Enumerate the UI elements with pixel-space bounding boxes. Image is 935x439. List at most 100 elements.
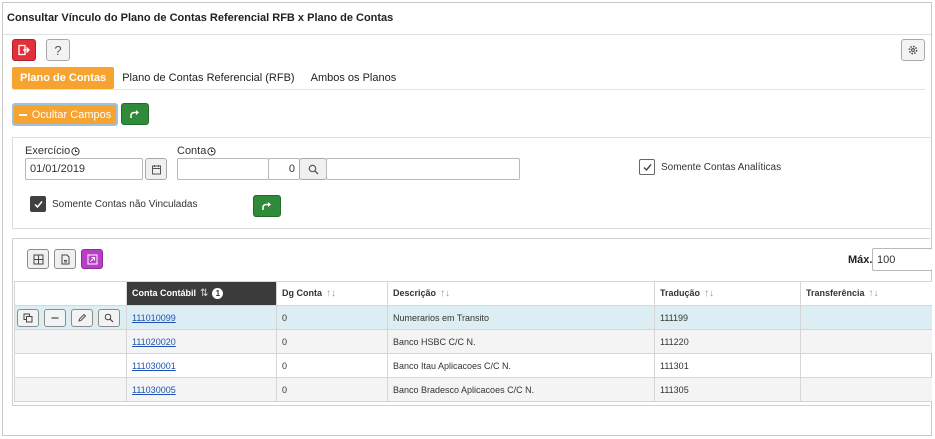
minus-icon: [51, 316, 59, 319]
row-actions: [14, 353, 127, 378]
filter-execute-button[interactable]: [253, 195, 281, 217]
column-header-actions: [14, 281, 127, 306]
cell-transferencia: [800, 329, 932, 354]
table-row[interactable]: 111030001 0 Banco Itau Aplicacoes C/C N.…: [14, 353, 932, 378]
results-table-wrapper: Conta Contábil ⇅ 1 Dg Conta ↑↓ Descrição ↑↓ …: [14, 281, 932, 402]
cell-traducao: 111301: [654, 353, 801, 378]
somente-nao-vinculadas-label: Somente Contas não Vinculadas: [52, 199, 198, 210]
settings-button[interactable]: [901, 39, 925, 61]
tab-divider: [12, 89, 925, 90]
cell-dg-conta: 0: [276, 305, 388, 330]
execute-button[interactable]: [121, 103, 149, 125]
conta-label: Conta: [177, 145, 216, 157]
column-header-label: Descrição: [393, 288, 437, 298]
table-row[interactable]: 111010099 0 Numerarios em Transito 11119…: [14, 305, 932, 330]
tab-ambos-os-planos[interactable]: Ambos os Planos: [303, 67, 405, 89]
column-header-conta-contabil[interactable]: Conta Contábil ⇅ 1: [126, 281, 277, 306]
plan-tabs: Plano de Contas Plano de Contas Referenc…: [12, 67, 404, 89]
row-action-group: [16, 308, 126, 327]
grid-icon: [33, 254, 43, 264]
sort-icon: ↑↓: [326, 288, 336, 299]
column-header-descricao[interactable]: Descrição ↑↓: [387, 281, 655, 306]
grid-layout-button[interactable]: [27, 249, 49, 269]
exercicio-label-text: Exercício: [25, 145, 71, 157]
cell-descricao: Banco HSBC C/C N.: [387, 329, 655, 354]
somente-nao-vinculadas-checkbox[interactable]: [30, 196, 46, 212]
cell-dg-conta: 0: [276, 377, 388, 402]
sort-icon: ↑↓: [440, 288, 451, 299]
conta-link[interactable]: 111030005: [132, 385, 176, 395]
table-header-row: Conta Contábil ⇅ 1 Dg Conta ↑↓ Descrição ↑↓ …: [14, 281, 932, 306]
cell-conta-contabil: 111030005: [126, 377, 277, 402]
sort-icon: ↑↓: [868, 288, 879, 299]
sort-icon: ↑↓: [704, 288, 715, 299]
share-forward-icon: [262, 202, 271, 210]
cell-traducao: 111199: [654, 305, 801, 330]
title-bar: Consultar Vínculo do Plano de Contas Ref…: [3, 3, 931, 35]
table-row[interactable]: 111030005 0 Banco Bradesco Aplicacoes C/…: [14, 377, 932, 402]
max-input[interactable]: 100: [872, 248, 932, 271]
hide-fields-label: Ocultar Campos: [31, 108, 112, 121]
cell-conta-contabil: 111020020: [126, 329, 277, 354]
exercicio-label: Exercício: [25, 145, 80, 157]
table-row[interactable]: 111020020 0 Banco HSBC C/C N. 111220: [14, 329, 932, 354]
conta-link[interactable]: 111020020: [132, 337, 176, 347]
tab-plano-referencial-rfb[interactable]: Plano de Contas Referencial (RFB): [114, 67, 302, 89]
tab-plano-de-contas[interactable]: Plano de Contas: [12, 67, 115, 89]
conta-link[interactable]: 111030001: [132, 361, 176, 371]
export-button[interactable]: [81, 249, 103, 269]
column-header-label: Tradução: [660, 288, 701, 298]
conta-descricao-input[interactable]: [326, 158, 520, 180]
conta-link[interactable]: 111010099: [132, 313, 176, 323]
hide-fields-button[interactable]: Ocultar Campos: [12, 103, 118, 126]
sort-asc-icon: ⇅: [200, 287, 209, 299]
view-row-button[interactable]: [98, 308, 120, 327]
conta-input[interactable]: [177, 158, 269, 180]
max-label: Máx.: [848, 254, 873, 266]
calendar-button[interactable]: [145, 158, 167, 180]
export-icon: [87, 254, 97, 264]
filter-panel: [12, 137, 930, 229]
cell-descricao: Banco Bradesco Aplicacoes C/C N.: [387, 377, 655, 402]
cell-descricao: Banco Itau Aplicacoes C/C N.: [387, 353, 655, 378]
clock-icon: [207, 146, 216, 156]
help-icon: ?: [54, 42, 62, 58]
column-header-traducao[interactable]: Tradução ↑↓: [654, 281, 801, 306]
dg-conta-input[interactable]: 0: [268, 158, 300, 180]
minus-icon: [18, 113, 27, 116]
check-icon: [643, 163, 652, 171]
document-icon: [61, 254, 69, 264]
document-button[interactable]: [54, 249, 76, 269]
cell-descricao: Numerarios em Transito: [387, 305, 655, 330]
conta-search-button[interactable]: [299, 158, 327, 180]
help-button[interactable]: ?: [46, 39, 70, 61]
copy-row-button[interactable]: [17, 308, 39, 327]
somente-analiticas-checkbox[interactable]: [639, 159, 655, 175]
cell-transferencia: [800, 353, 932, 378]
pencil-icon: [78, 313, 87, 322]
conta-label-text: Conta: [177, 145, 207, 157]
cell-transferencia: [800, 377, 932, 402]
column-header-label: Transferência: [806, 288, 865, 298]
search-icon: [308, 164, 318, 174]
sort-order-badge: 1: [212, 288, 224, 300]
clock-icon: [71, 146, 80, 156]
column-header-dg-conta[interactable]: Dg Conta ↑↓: [276, 281, 388, 306]
cell-conta-contabil: 111030001: [126, 353, 277, 378]
row-actions: [14, 305, 127, 330]
cell-conta-contabil: 111010099: [126, 305, 277, 330]
exercicio-input[interactable]: 01/01/2019: [25, 158, 143, 180]
remove-row-button[interactable]: [44, 308, 66, 327]
cell-traducao: 111305: [654, 377, 801, 402]
window-title: Consultar Vínculo do Plano de Contas Ref…: [7, 12, 394, 24]
column-header-transferencia[interactable]: Transferência ↑↓: [800, 281, 932, 306]
copy-icon: [23, 313, 33, 322]
row-actions: [14, 329, 127, 354]
cell-transferencia: [800, 305, 932, 330]
edit-row-button[interactable]: [71, 308, 93, 327]
column-header-label: Conta Contábil: [132, 287, 196, 298]
exit-button[interactable]: [12, 39, 36, 61]
cell-dg-conta: 0: [276, 353, 388, 378]
calendar-icon: [151, 164, 161, 174]
exit-icon: [18, 44, 30, 56]
